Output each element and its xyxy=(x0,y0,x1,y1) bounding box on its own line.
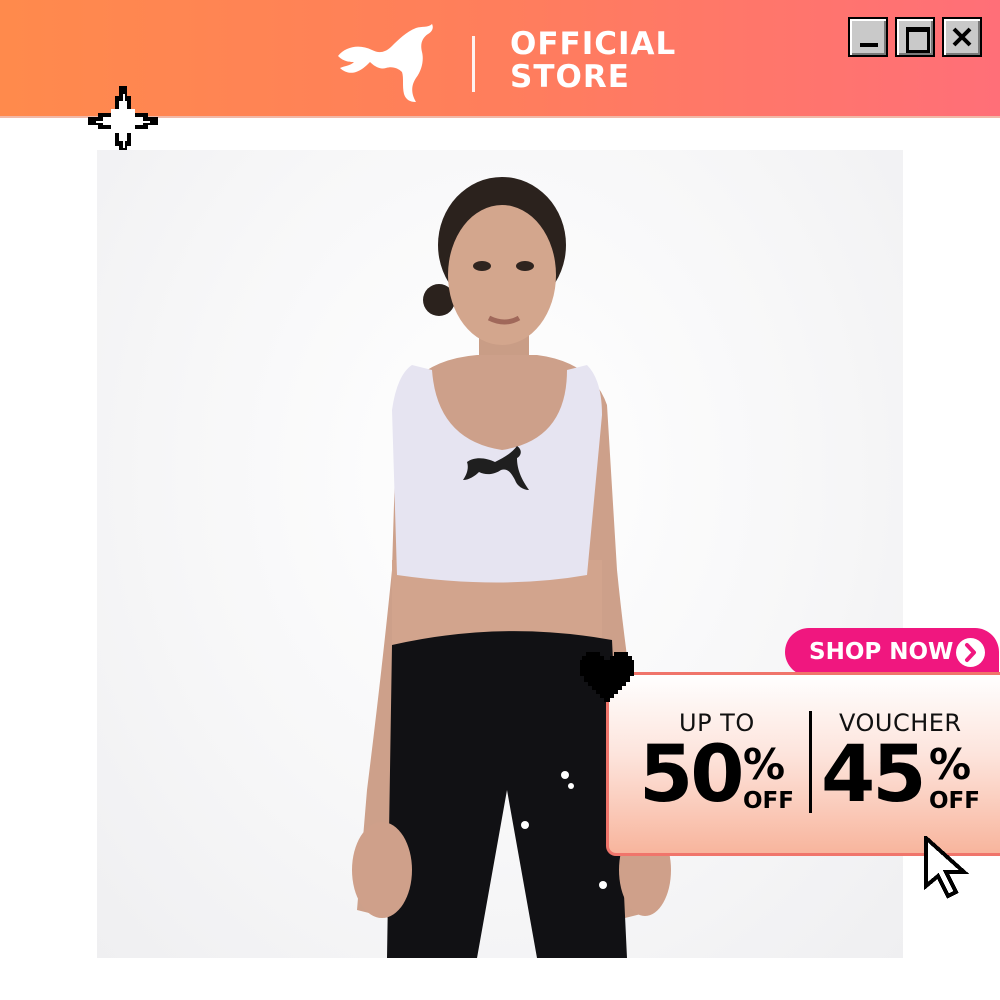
minimize-button[interactable] xyxy=(848,17,888,57)
puma-cat-icon xyxy=(338,24,433,102)
store-title-line2: STORE xyxy=(510,59,630,95)
promo-divider xyxy=(809,711,812,813)
shop-now-button[interactable]: SHOP NOW xyxy=(785,628,999,676)
maximize-button[interactable] xyxy=(895,17,935,57)
promo-right-value: 45 xyxy=(821,730,927,820)
close-icon xyxy=(952,27,972,47)
promo-left-suffix: OFF xyxy=(743,788,794,814)
promo-right-suffix: OFF xyxy=(929,788,980,814)
close-button[interactable] xyxy=(942,17,982,57)
promo-left-value: 50 xyxy=(639,730,745,820)
promo-card: UP TO 50 % OFF VOUCHER 45 % OFF xyxy=(606,672,1000,856)
promo-left-percent: % xyxy=(743,740,786,789)
arrow-right-icon xyxy=(956,638,985,667)
sparkle-icon xyxy=(88,86,158,156)
cursor-icon xyxy=(924,836,970,899)
promo-right-percent: % xyxy=(929,740,972,789)
store-title: OFFICIAL STORE xyxy=(510,28,676,94)
heart-icon xyxy=(580,652,634,702)
store-title-line1: OFFICIAL xyxy=(510,26,677,62)
brand-divider xyxy=(472,36,475,92)
shop-now-label: SHOP NOW xyxy=(809,639,954,665)
